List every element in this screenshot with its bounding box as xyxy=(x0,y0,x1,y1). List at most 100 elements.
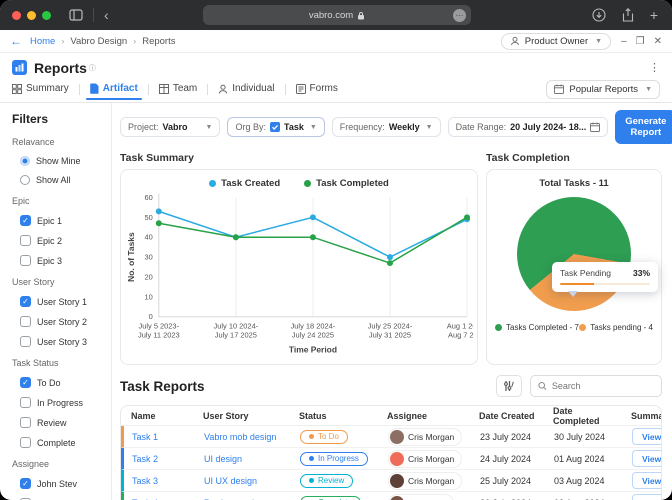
tab-team[interactable]: Team xyxy=(149,83,207,99)
filter-option-label: Review xyxy=(37,417,67,428)
view-button[interactable]: View xyxy=(632,428,661,445)
tab-summary[interactable]: Summary xyxy=(12,83,79,99)
minimize-traffic-light[interactable] xyxy=(27,10,36,20)
breadcrumb-back-icon[interactable]: ← xyxy=(10,34,22,48)
table-icon xyxy=(158,83,169,94)
person-icon xyxy=(218,84,228,94)
filter-option[interactable]: ✓ John Stev xyxy=(20,478,105,489)
close-button[interactable]: ✕ xyxy=(654,36,662,47)
table-row[interactable]: Task 4Product testingCompleteJohn Stev26… xyxy=(121,492,661,500)
checkbox-unchecked[interactable] xyxy=(20,316,31,327)
table-row[interactable]: Task 1 Vabro mob design To Do Cris Morgan 23… xyxy=(121,426,661,448)
status-label: To Do xyxy=(318,432,339,441)
filter-option[interactable]: User Story 3 xyxy=(20,336,105,347)
summary-cell: View xyxy=(624,494,661,500)
assignee-chip: Cris Morgan xyxy=(388,471,463,490)
svg-text:July 24 2025: July 24 2025 xyxy=(292,331,334,340)
chevron-down-icon: ▼ xyxy=(205,123,213,131)
svg-text:10: 10 xyxy=(145,292,153,301)
checkbox-checked[interactable]: ✓ xyxy=(20,478,31,489)
task-name-link[interactable]: Task 3 xyxy=(124,476,196,486)
tab-individual[interactable]: Individual xyxy=(208,83,284,99)
user-story-cell[interactable]: Vabro mob design xyxy=(196,432,292,442)
kebab-menu-icon[interactable]: ⋮ xyxy=(649,61,660,74)
task-name-link[interactable]: Task 1 xyxy=(124,432,196,442)
filter-button[interactable] xyxy=(496,375,522,397)
filter-option[interactable]: ✓ To Do xyxy=(20,377,105,388)
popular-reports-dropdown[interactable]: Popular Reports ▼ xyxy=(546,79,660,99)
user-story-cell[interactable]: UI UX design xyxy=(196,476,292,486)
assignee-cell: John Stev xyxy=(380,493,472,500)
search-input[interactable] xyxy=(551,381,654,391)
filter-option[interactable]: Review xyxy=(20,417,105,428)
share-icon[interactable] xyxy=(622,8,634,22)
filter-option[interactable]: In Progress xyxy=(20,397,105,408)
filter-option-label: John Stev xyxy=(37,478,78,489)
frequency-select[interactable]: Frequency: Weekly ▼ xyxy=(331,117,441,137)
orgby-select[interactable]: Org By: Task ▼ xyxy=(227,117,325,137)
downloads-icon[interactable] xyxy=(592,8,606,22)
filter-option[interactable]: Show Mine xyxy=(20,156,105,166)
tab-forms[interactable]: Forms xyxy=(286,83,348,99)
checkbox-unchecked[interactable] xyxy=(20,235,31,246)
window-controls: – ❐ ✕ xyxy=(621,36,662,47)
filters-heading: Filters xyxy=(12,112,49,126)
back-icon[interactable]: ‹ xyxy=(104,7,109,23)
filter-option-label: Epic 2 xyxy=(37,235,63,246)
view-button[interactable]: View xyxy=(632,472,661,489)
user-story-cell[interactable]: UI design xyxy=(196,454,292,464)
filter-option[interactable]: Epic 2 xyxy=(20,235,105,246)
task-name-link[interactable]: Task 2 xyxy=(124,454,196,464)
tab-artifact[interactable]: Artifact xyxy=(80,83,148,100)
chevron-down-icon: ▼ xyxy=(645,85,652,93)
avatar xyxy=(390,495,404,500)
minimize-button[interactable]: – xyxy=(621,36,627,47)
checkbox-unchecked[interactable] xyxy=(20,255,31,266)
traffic-lights xyxy=(12,10,51,20)
assignee-name: Cris Morgan xyxy=(408,475,455,486)
checkbox-checked[interactable]: ✓ xyxy=(20,377,31,388)
checkbox-unchecked[interactable] xyxy=(20,336,31,347)
tabs-bar: Summary Artifact Team Individual Forms P… xyxy=(0,79,672,103)
maximize-traffic-light[interactable] xyxy=(42,10,51,20)
view-button[interactable]: View xyxy=(632,494,661,500)
checkbox-unchecked[interactable] xyxy=(20,417,31,428)
filter-option[interactable]: Show All xyxy=(20,175,105,185)
view-button[interactable]: View xyxy=(632,450,661,467)
new-tab-icon[interactable]: + xyxy=(650,7,658,23)
status-badge: In Progress xyxy=(300,451,368,466)
checkbox-unchecked[interactable] xyxy=(20,437,31,448)
checkbox-checked[interactable]: ✓ xyxy=(20,296,31,307)
table-row[interactable]: Task 2 UI design In Progress Cris Morgan 24 … xyxy=(121,448,661,470)
breadcrumb-home[interactable]: Home xyxy=(30,36,55,47)
chrome-actions: + xyxy=(592,0,658,30)
filter-option[interactable]: Complete xyxy=(20,437,105,448)
reports-icon xyxy=(12,60,27,75)
svg-text:July 31 2025: July 31 2025 xyxy=(369,331,411,340)
restore-button[interactable]: ❐ xyxy=(636,36,645,47)
filter-option[interactable]: User Story 2 xyxy=(20,316,105,327)
table-row[interactable]: Task 3 UI UX design Review Cris Morgan 25 Ju… xyxy=(121,470,661,492)
filter-option[interactable]: ✓ Epic 1 xyxy=(20,215,105,226)
generate-report-button[interactable]: Generate Report xyxy=(615,110,672,144)
breadcrumb-project[interactable]: Vabro Design xyxy=(70,36,127,47)
url-more-icon[interactable]: ⋯ xyxy=(453,8,466,22)
svg-text:20: 20 xyxy=(145,272,153,281)
radio-unselected[interactable] xyxy=(20,175,30,185)
radio-selected[interactable] xyxy=(20,156,30,166)
filter-option[interactable]: Epic 3 xyxy=(20,255,105,266)
checkbox-unchecked[interactable] xyxy=(20,397,31,408)
filter-option[interactable]: ✓ User Story 1 xyxy=(20,296,105,307)
sidebar-toggle-icon[interactable] xyxy=(69,9,83,21)
close-traffic-light[interactable] xyxy=(12,10,21,20)
daterange-picker[interactable]: Date Range: 20 July 2024- 18... xyxy=(447,117,609,137)
url-bar[interactable]: vabro.com ⋯ xyxy=(203,5,471,25)
tab-label: Forms xyxy=(309,83,338,94)
status-cell: Complete xyxy=(292,495,380,500)
account-selector[interactable]: Product Owner ▼ xyxy=(500,32,612,50)
table-header-row: Name User Story Status Assignee Date Created… xyxy=(121,406,661,426)
status-cell: Review xyxy=(292,473,380,488)
checkbox-checked[interactable]: ✓ xyxy=(20,215,31,226)
project-select[interactable]: Project: Vabro ▼ xyxy=(120,117,221,137)
filter-option-label: Epic 3 xyxy=(37,255,63,266)
